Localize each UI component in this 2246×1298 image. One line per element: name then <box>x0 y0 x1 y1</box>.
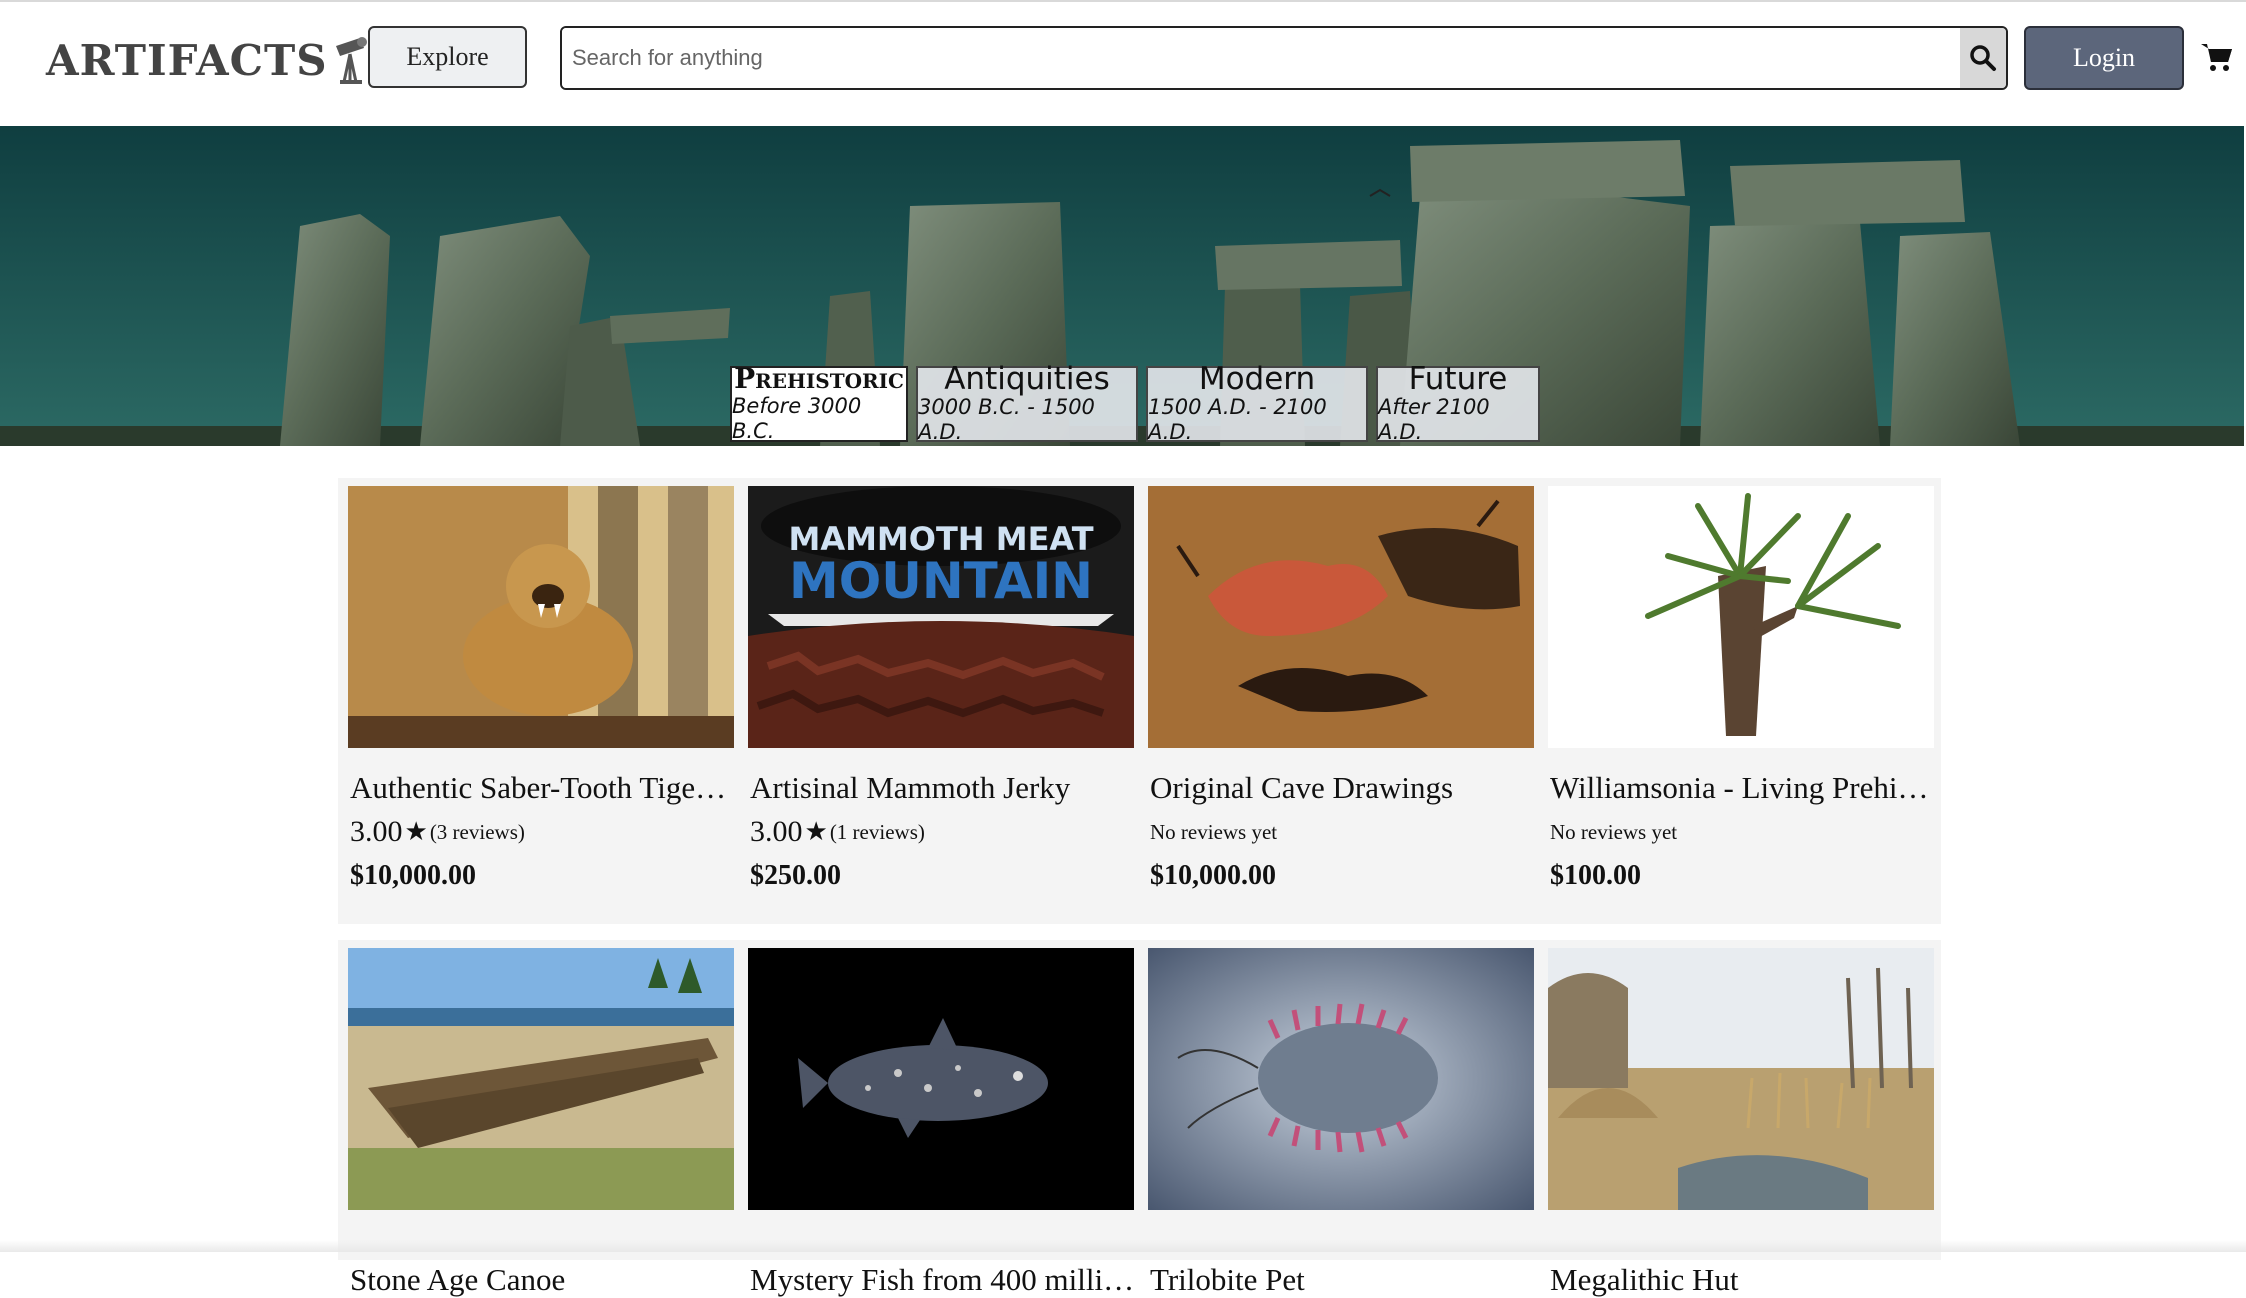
product-title: Authentic Saber-Tooth Tiger Cub <box>350 770 736 805</box>
login-button[interactable]: Login <box>2024 26 2184 90</box>
tab-future[interactable]: Future After 2100 A.D. <box>1376 360 1540 445</box>
era-name: Modern <box>1198 360 1316 397</box>
rating-value: 3.00 <box>350 815 403 848</box>
site-logo[interactable]: ARTIFACTS <box>46 30 374 90</box>
product-row: Stone Age Canoe Mystery Fish from 400 mi… <box>338 940 1941 1297</box>
product-rating: No reviews yet <box>1550 814 1934 850</box>
product-title: Stone Age Canoe <box>350 1262 566 1297</box>
review-count: (1 reviews) <box>829 819 925 844</box>
era-tabs: Prehistoric Before 3000 B.C. Antiquities… <box>730 360 1540 445</box>
era-name: Prehistoric <box>734 362 904 396</box>
product-image <box>1148 486 1534 748</box>
search-input[interactable] <box>562 28 1960 88</box>
product-card[interactable]: Megalithic Hut <box>1548 948 1934 1297</box>
explore-button[interactable]: Explore <box>368 26 527 88</box>
product-card[interactable]: Stone Age Canoe <box>348 948 734 1297</box>
product-title: Mystery Fish from 400 million years ago <box>750 1262 1136 1297</box>
tab-prehistoric[interactable]: Prehistoric Before 3000 B.C. <box>730 362 908 443</box>
review-count: (3 reviews) <box>429 819 525 844</box>
scroll-shadow <box>0 1240 2246 1252</box>
search-bar <box>560 26 2008 90</box>
product-card[interactable]: Authentic Saber-Tooth Tiger Cub 3.00 ★ (… <box>348 486 736 924</box>
tab-modern[interactable]: Modern 1500 A.D. - 2100 A.D. <box>1146 360 1368 445</box>
product-image <box>748 948 1134 1210</box>
star-icon: ★ <box>404 817 428 846</box>
product-title: Original Cave Drawings <box>1150 770 1454 805</box>
product-rating: 3.00 ★ (3 reviews) <box>350 814 734 850</box>
era-range: 3000 B.C. - 1500 A.D. <box>918 395 1095 445</box>
product-price: $10,000.00 <box>350 860 476 891</box>
era-range: After 2100 A.D. <box>1378 395 1490 445</box>
era-name: Future <box>1408 360 1508 397</box>
product-card[interactable]: Williamsonia - Living Prehistoric Plant … <box>1548 486 1936 924</box>
product-title: Megalithic Hut <box>1550 1262 1739 1297</box>
search-button[interactable] <box>1960 28 2006 88</box>
product-card[interactable]: Trilobite Pet <box>1148 948 1534 1297</box>
top-border <box>0 0 2246 2</box>
image-text: MOUNTAIN <box>789 552 1093 610</box>
product-rating: No reviews yet <box>1150 814 1534 850</box>
product-image: MAMMOTH MEAT MOUNTAIN <box>748 486 1134 748</box>
product-price: $10,000.00 <box>1150 860 1276 891</box>
product-image <box>348 486 734 748</box>
product-card[interactable]: MAMMOTH MEAT MOUNTAIN Artisinal Mammoth … <box>748 486 1134 924</box>
product-price: $250.00 <box>750 860 841 891</box>
tab-antiquities[interactable]: Antiquities 3000 B.C. - 1500 A.D. <box>916 360 1138 445</box>
product-card[interactable]: Original Cave Drawings No reviews yet $1… <box>1148 486 1534 924</box>
search-icon <box>1970 45 1996 71</box>
logo-text: ARTIFACTS <box>46 35 328 85</box>
era-range: Before 3000 B.C. <box>732 393 862 443</box>
product-image <box>1548 948 1934 1210</box>
no-reviews-text: No reviews yet <box>1550 819 1678 844</box>
product-image <box>1548 486 1934 748</box>
no-reviews-text: No reviews yet <box>1150 819 1278 844</box>
product-image <box>348 948 734 1210</box>
star-icon: ★ <box>804 817 828 846</box>
era-name: Antiquities <box>944 360 1110 397</box>
product-price: $100.00 <box>1550 860 1641 891</box>
product-rating: 3.00 ★ (1 reviews) <box>750 814 1134 850</box>
product-title: Williamsonia - Living Prehistoric Plant <box>1550 770 1936 805</box>
shopping-cart-icon[interactable] <box>2200 40 2234 74</box>
product-title: Artisinal Mammoth Jerky <box>750 770 1071 805</box>
product-card[interactable]: Mystery Fish from 400 million years ago <box>748 948 1136 1297</box>
rating-value: 3.00 <box>750 815 803 848</box>
era-range: 1500 A.D. - 2100 A.D. <box>1148 395 1327 445</box>
product-title: Trilobite Pet <box>1150 1262 1305 1297</box>
product-image <box>1148 948 1534 1210</box>
product-row: Authentic Saber-Tooth Tiger Cub 3.00 ★ (… <box>338 478 1941 924</box>
